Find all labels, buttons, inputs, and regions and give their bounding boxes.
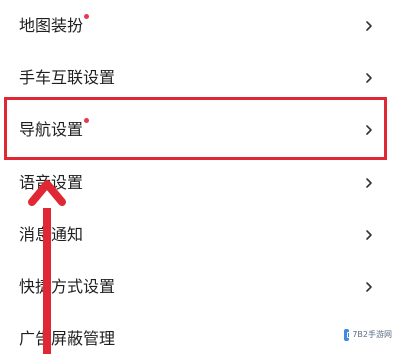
chevron-right-icon xyxy=(365,229,373,241)
red-dot-badge xyxy=(84,14,90,19)
chevron-right-icon xyxy=(365,72,373,84)
menu-item-label: 快捷方式设置 xyxy=(19,277,116,296)
watermark-text: 7B2手游网 xyxy=(352,330,392,339)
settings-screen: 地图装扮 手车互联设置 导航设置 语音设置 消息通知 快捷方式设置 广告屏蔽管理… xyxy=(0,0,396,354)
menu-item-label: 语音设置 xyxy=(19,173,84,192)
chevron-right-icon xyxy=(365,124,373,136)
site-logo-icon xyxy=(344,329,354,341)
menu-item-label: 消息通知 xyxy=(19,225,84,244)
site-watermark: 7B2手游网 xyxy=(344,328,392,342)
menu-item-navigation-settings[interactable]: 导航设置 xyxy=(0,104,396,156)
menu-item-label: 广告屏蔽管理 xyxy=(19,329,116,348)
chevron-right-icon xyxy=(365,177,373,189)
menu-item-label: 手车互联设置 xyxy=(19,68,116,87)
chevron-right-icon xyxy=(365,281,373,293)
menu-item-label: 导航设置 xyxy=(19,118,90,140)
menu-item-message-notifications[interactable]: 消息通知 xyxy=(0,209,396,261)
settings-menu-list: 地图装扮 手车互联设置 导航设置 语音设置 消息通知 快捷方式设置 广告屏蔽管理 xyxy=(0,0,396,354)
menu-item-car-connect-settings[interactable]: 手车互联设置 xyxy=(0,52,396,104)
menu-item-map-decoration[interactable]: 地图装扮 xyxy=(0,0,396,52)
chevron-right-icon xyxy=(365,20,373,32)
menu-item-label: 地图装扮 xyxy=(19,14,90,36)
menu-item-shortcut-settings[interactable]: 快捷方式设置 xyxy=(0,261,396,313)
red-dot-badge xyxy=(84,118,90,123)
menu-item-voice-settings[interactable]: 语音设置 xyxy=(0,157,396,209)
menu-item-ad-block-management[interactable]: 广告屏蔽管理 xyxy=(0,313,396,354)
